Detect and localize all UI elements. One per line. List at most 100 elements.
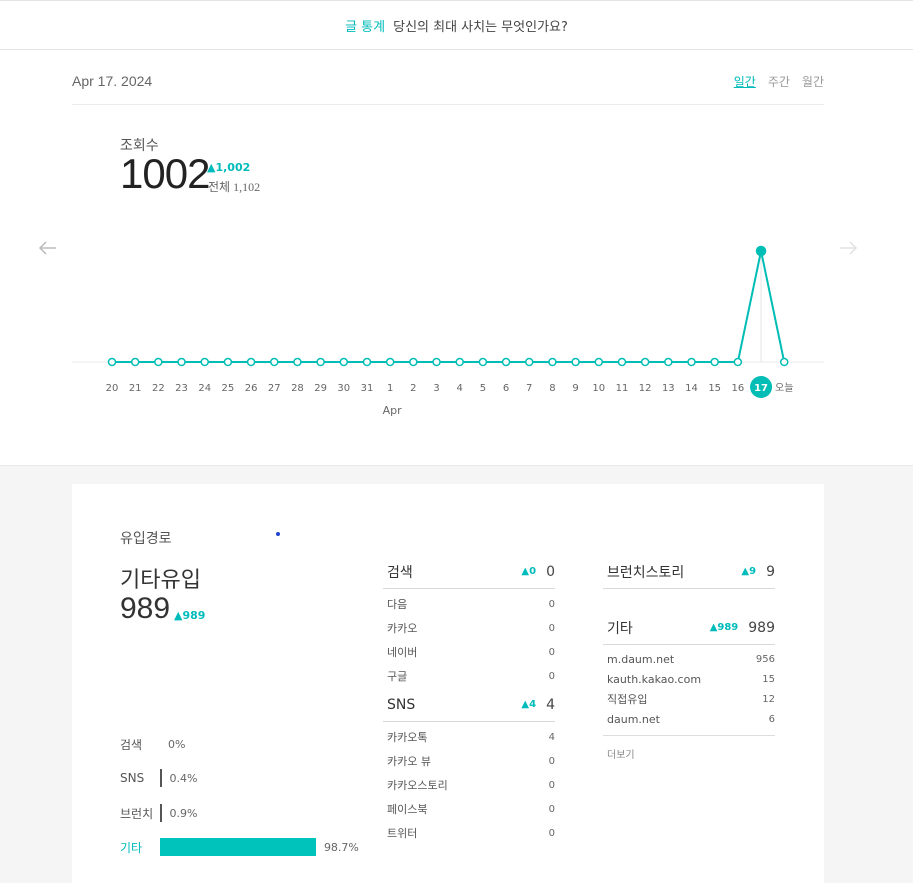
etc-row-value: 15 [762, 673, 775, 685]
chart-point[interactable] [733, 357, 743, 367]
etc-row-name: m.daum.net [607, 652, 675, 666]
sns-row[interactable]: 페이스북 0 [383, 797, 555, 821]
top-inflow-value: 989 [120, 592, 171, 625]
marker-dot [276, 532, 280, 536]
chart-point[interactable] [617, 357, 627, 367]
sns-row-value: 0 [548, 755, 555, 767]
search-row-name: 네이버 [387, 646, 418, 659]
chart-tick-label: 27 [268, 383, 281, 394]
chart-month-label: Apr [383, 404, 403, 417]
chart-point[interactable] [409, 357, 418, 367]
chart-tick-label: 29 [314, 383, 327, 394]
inflow-title: 유입경로 [120, 531, 172, 547]
etc-value: 989 [748, 619, 775, 636]
period-tabs: 일간 주간 월간 [734, 73, 824, 90]
etc-row[interactable]: kauth.kakao.com 15 [603, 669, 775, 689]
chart-point[interactable] [478, 357, 488, 367]
chart-point[interactable] [664, 357, 673, 367]
etc-row[interactable]: 직접유입 12 [603, 689, 775, 709]
tab-daily[interactable]: 일간 [734, 73, 756, 90]
share-row: SNS 0.4% [120, 768, 197, 788]
etc-header[interactable]: 기타 ▲989 989 [603, 611, 775, 645]
post-title[interactable]: 당신의 최대 사치는 무엇인가요? [393, 16, 568, 35]
top-inflow-category: 기타유입 [120, 568, 201, 593]
more-link[interactable]: 더보기 [603, 746, 775, 761]
chart-point[interactable] [107, 357, 117, 367]
brunch-header[interactable]: 브런치스토리 ▲9 9 [603, 555, 775, 589]
chart-point[interactable] [687, 357, 696, 367]
chart-point[interactable] [293, 357, 302, 367]
chart-point[interactable] [339, 357, 349, 367]
tab-monthly[interactable]: 월간 [802, 73, 824, 90]
search-header[interactable]: 검색 ▲0 0 [383, 555, 555, 589]
chart-point[interactable] [594, 357, 604, 367]
chart-tick-label: 20 [106, 383, 119, 394]
chart-point[interactable] [524, 357, 534, 367]
chart-tick-label: 24 [198, 383, 211, 394]
search-row[interactable]: 카카오 0 [383, 616, 555, 640]
chart-point[interactable] [270, 357, 279, 367]
chart-point[interactable] [432, 357, 441, 367]
etc-row-name: daum.net [607, 712, 660, 726]
chart-point[interactable] [640, 357, 650, 367]
share-pct: 0.4% [169, 771, 198, 785]
chart-point[interactable] [455, 357, 464, 367]
etc-title: 기타 [607, 620, 633, 637]
search-column: 검색 ▲0 0 다음 0 카카오 0 네이버 0 구글 0 SNS ▲4 4 카카오톡 4 카카오 뷰… [383, 555, 555, 845]
chart-tick-label: 21 [129, 383, 142, 394]
chart-tick-label: 6 [503, 383, 509, 394]
sns-row-value: 4 [548, 731, 555, 743]
sns-row-value: 0 [548, 779, 555, 791]
search-row[interactable]: 네이버 0 [383, 640, 555, 664]
chart-point[interactable] [362, 357, 372, 367]
chart-point[interactable] [316, 357, 325, 367]
chart-point[interactable] [154, 357, 163, 367]
chart-tick-label: 4 [457, 383, 463, 394]
brunch-value: 9 [766, 563, 775, 580]
sns-row-value: 0 [548, 827, 555, 839]
chart-point[interactable] [246, 357, 256, 367]
search-value: 0 [546, 563, 555, 580]
chart-point[interactable] [385, 357, 395, 367]
search-row-name: 구글 [387, 670, 408, 683]
chart-point[interactable] [200, 357, 209, 367]
chart-point[interactable] [177, 357, 186, 367]
sns-delta-value: 4 [529, 699, 537, 710]
tab-weekly[interactable]: 주간 [768, 73, 790, 90]
etc-row[interactable]: daum.net 6 [603, 709, 775, 729]
chart-tick-label: 15 [708, 383, 721, 394]
brunch-etc-column: 브런치스토리 ▲9 9 기타 ▲989 989 m.daum.net 956 kauth… [603, 555, 775, 761]
share-bar [160, 769, 162, 787]
etc-row-value: 12 [762, 693, 775, 705]
stats-badge: 글 통계 [345, 19, 386, 35]
sns-row[interactable]: 카카오스토리 0 [383, 773, 555, 797]
sns-row-name: 카카오톡 [387, 731, 428, 744]
search-row[interactable]: 구글 0 [383, 664, 555, 688]
share-label: 기타 [120, 840, 143, 855]
chart-point[interactable] [571, 357, 580, 367]
etc-row-value: 6 [768, 713, 775, 725]
sns-row[interactable]: 카카오톡 4 [383, 725, 555, 749]
chart-point[interactable] [779, 357, 789, 367]
views-count: 1002 [120, 150, 210, 197]
chart-tick-label: 1 [387, 383, 393, 394]
etc-row-value: 956 [755, 653, 775, 665]
etc-row[interactable]: m.daum.net 956 [603, 649, 775, 669]
etc-delta-value: 989 [717, 622, 739, 633]
search-row[interactable]: 다음 0 [383, 592, 555, 616]
chart-tick-label: 16 [731, 383, 744, 394]
chart-tick-label: 오늘 [775, 382, 793, 394]
search-title: 검색 [387, 564, 413, 581]
sns-row[interactable]: 카카오 뷰 0 [383, 749, 555, 773]
sns-header[interactable]: SNS ▲4 4 [383, 688, 555, 722]
chart-point[interactable] [130, 357, 140, 367]
chart-tick-label: 13 [662, 383, 675, 394]
sns-delta: ▲4 [521, 699, 537, 710]
share-label: 브런치 [120, 806, 154, 821]
chart-point[interactable] [501, 357, 511, 367]
chart-point[interactable] [548, 357, 557, 367]
sns-row[interactable]: 트위터 0 [383, 821, 555, 845]
chart-point[interactable] [755, 245, 767, 257]
chart-point[interactable] [710, 357, 719, 367]
chart-point[interactable] [223, 357, 233, 367]
